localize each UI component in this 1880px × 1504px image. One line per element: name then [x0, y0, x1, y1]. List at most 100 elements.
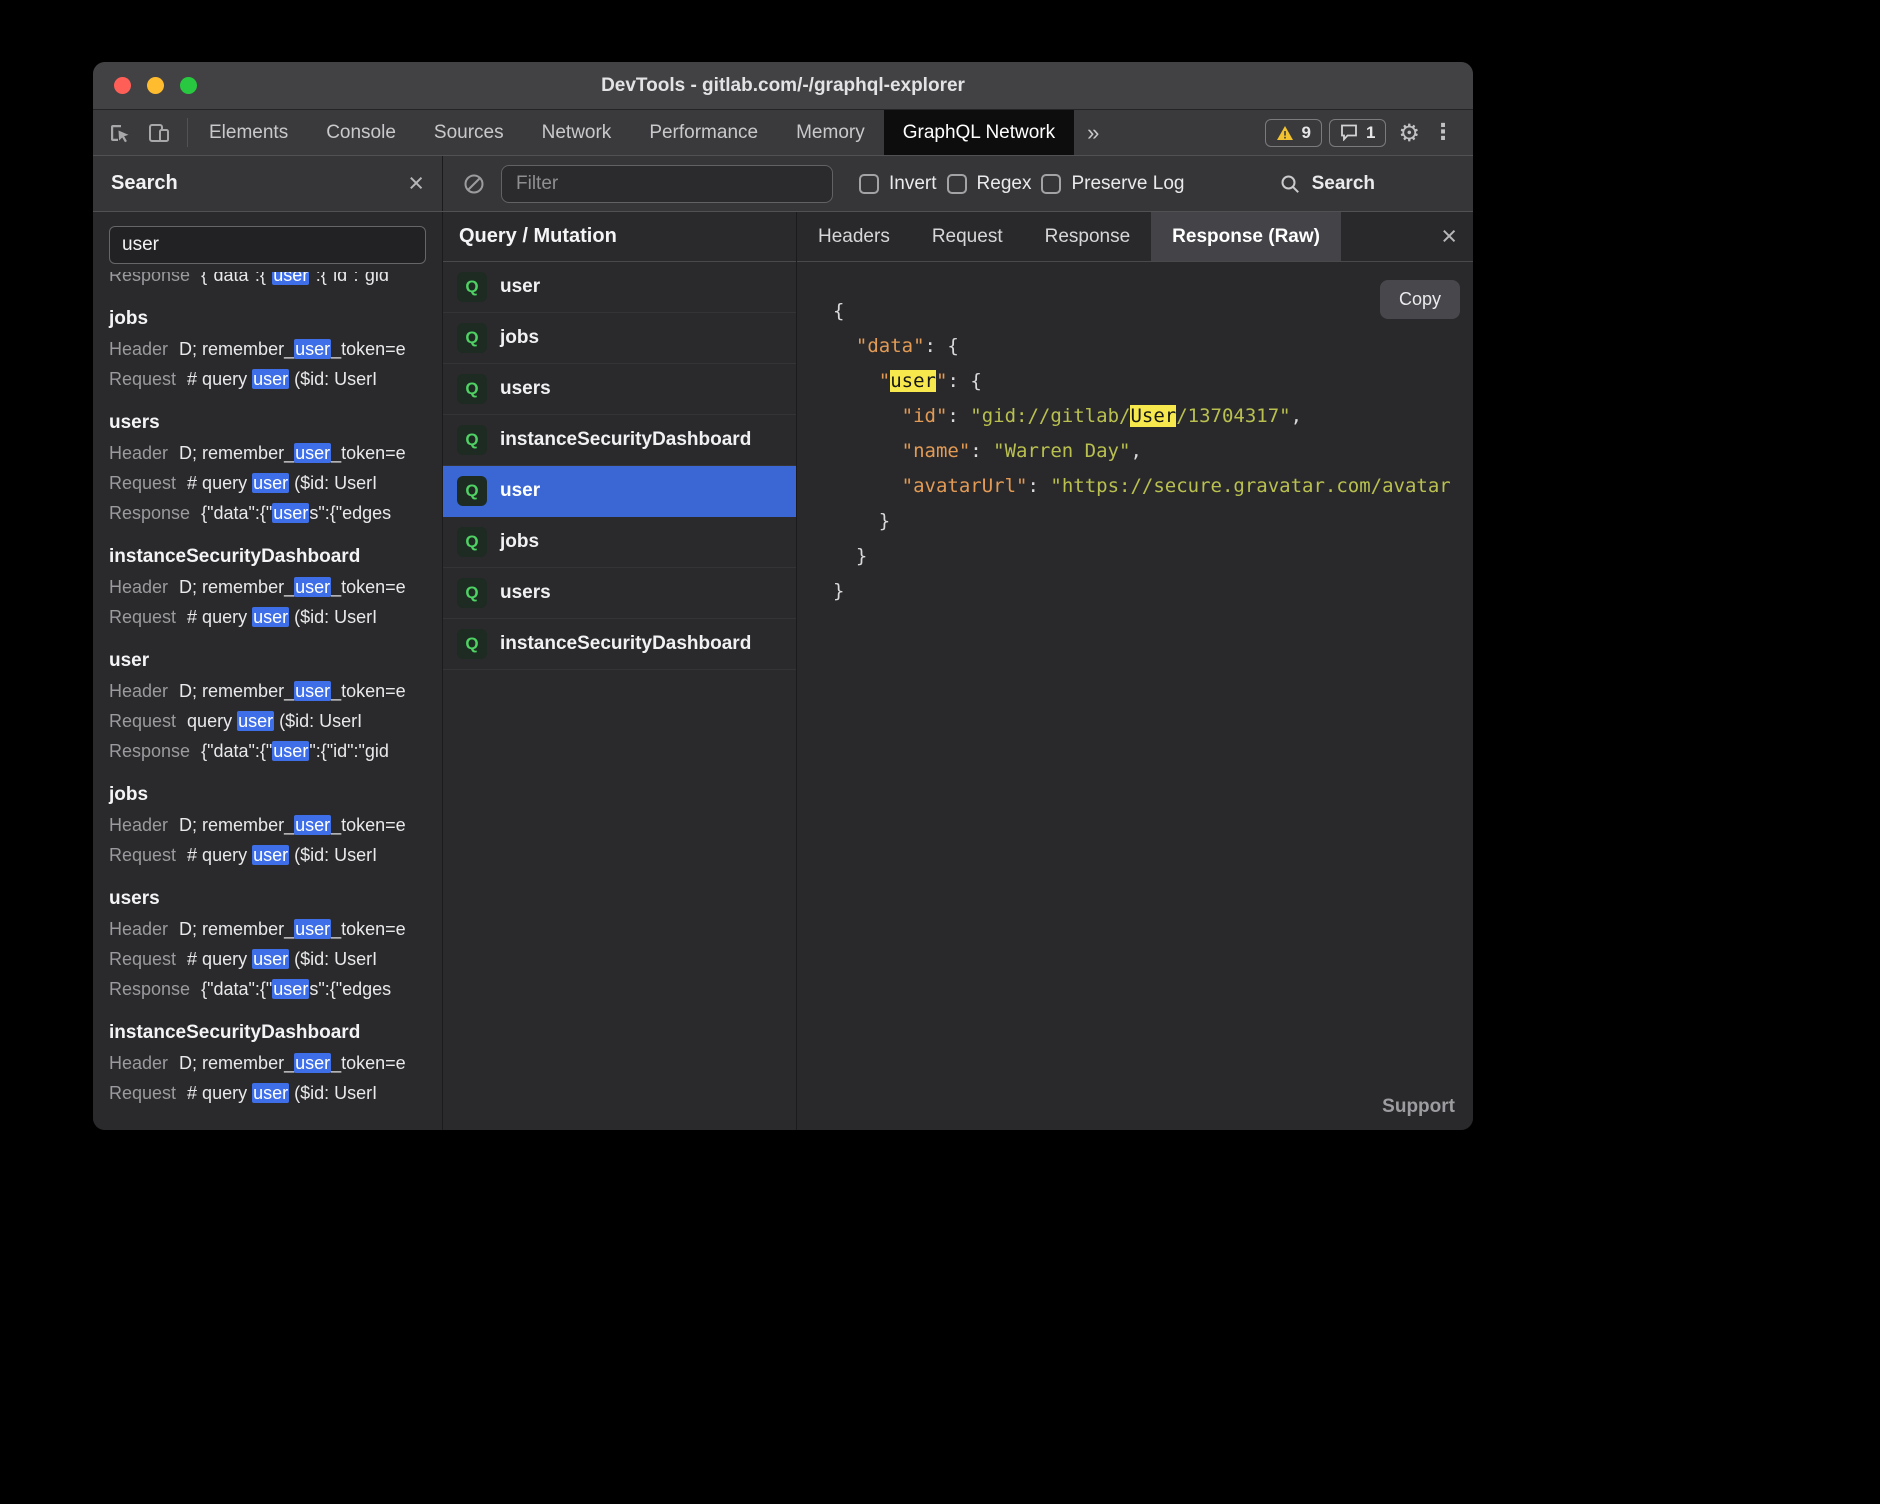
more-tabs-chevron-icon[interactable]: » [1074, 110, 1112, 155]
minimize-window-button[interactable] [147, 77, 164, 94]
search-result-row[interactable]: Response{"data":{"user":{"id":"gid [109, 736, 426, 766]
json-view: { "data": { "user": { "id": "gid://gitla… [797, 262, 1473, 609]
result-field-label: Header [109, 334, 168, 364]
result-text: query user ($id: UserI [187, 706, 362, 736]
detail-tab-headers[interactable]: Headers [797, 212, 911, 261]
messages-badge[interactable]: 1 [1329, 119, 1386, 147]
query-item-jobs[interactable]: Qjobs [443, 517, 796, 568]
query-type-badge-icon: Q [457, 629, 487, 659]
result-field-label: Response [109, 974, 190, 1004]
checkbox-invert-icon[interactable] [859, 174, 879, 194]
search-result-row[interactable]: HeaderD; remember_user_token=e [109, 914, 426, 944]
search-result-row[interactable]: Request# query user ($id: UserI [109, 1078, 426, 1108]
search-toggle[interactable]: Search [1279, 173, 1375, 195]
search-panel-title: Search [111, 172, 178, 195]
search-result-group-title: users [109, 884, 426, 914]
devtools-tab-sources[interactable]: Sources [415, 110, 523, 155]
search-match-highlight: user [294, 681, 331, 701]
copy-button[interactable]: Copy [1380, 280, 1460, 319]
filter-option-preserve-log[interactable]: Preserve Log [1041, 173, 1184, 195]
query-item-instancesecuritydashboard[interactable]: QinstanceSecurityDashboard [443, 415, 796, 466]
devtools-tab-memory[interactable]: Memory [777, 110, 884, 155]
result-text: # query user ($id: UserI [187, 364, 377, 394]
query-type-badge-icon: Q [457, 323, 487, 353]
devtools-tab-performance[interactable]: Performance [630, 110, 777, 155]
kebab-menu-icon[interactable]: ⋮ [1432, 120, 1455, 145]
search-match-highlight: user [294, 577, 331, 597]
checkbox-regex-icon[interactable] [947, 174, 967, 194]
search-match-highlight: user [252, 369, 289, 389]
search-match-highlight: user [252, 949, 289, 969]
result-text: {"data":{"user":{"id":"gid [201, 272, 389, 290]
support-link[interactable]: Support [1382, 1096, 1455, 1118]
search-result-row[interactable]: Requestquery user ($id: UserI [109, 706, 426, 736]
query-item-label: users [500, 378, 551, 400]
result-field-label: Request [109, 1078, 176, 1108]
checkbox-preserve-log-icon[interactable] [1041, 174, 1061, 194]
search-result-row[interactable]: Response{"data":{"users":{"edges [109, 974, 426, 1004]
query-item-users[interactable]: Qusers [443, 568, 796, 619]
devtools-tab-elements[interactable]: Elements [190, 110, 307, 155]
devtools-tab-strip: ElementsConsoleSourcesNetworkPerformance… [190, 110, 1074, 155]
search-result-row[interactable]: HeaderD; remember_user_token=e [109, 810, 426, 840]
search-result-row[interactable]: Request# query user ($id: UserI [109, 602, 426, 632]
close-search-panel-icon[interactable]: × [408, 170, 424, 197]
devtools-tab-network[interactable]: Network [523, 110, 631, 155]
query-item-jobs[interactable]: Qjobs [443, 313, 796, 364]
detail-tab-response-raw[interactable]: Response (Raw) [1151, 212, 1341, 261]
search-match-highlight: user [294, 443, 331, 463]
search-match-highlight: user [272, 741, 309, 761]
messages-count: 1 [1366, 123, 1375, 143]
zoom-window-button[interactable] [180, 77, 197, 94]
search-result-row[interactable]: Response{"data":{"users":{"edges [109, 498, 426, 528]
search-result-row[interactable]: Request# query user ($id: UserI [109, 364, 426, 394]
search-result-row[interactable]: Request# query user ($id: UserI [109, 944, 426, 974]
query-item-user[interactable]: Quser [443, 262, 796, 313]
search-result-row[interactable]: HeaderD; remember_user_token=e [109, 438, 426, 468]
result-field-label: Response [109, 272, 190, 290]
query-item-users[interactable]: Qusers [443, 364, 796, 415]
result-field-label: Header [109, 572, 168, 602]
filter-input[interactable] [501, 165, 833, 203]
search-match-highlight: user [252, 845, 289, 865]
search-result-row[interactable]: HeaderD; remember_user_token=e [109, 572, 426, 602]
close-window-button[interactable] [114, 77, 131, 94]
json-line: "id": "gid://gitlab/User/13704317", [833, 399, 1473, 434]
search-result-row[interactable]: Response {"data":{"user":{"id":"gid [109, 272, 426, 290]
search-match-highlight-yellow: user [890, 370, 936, 392]
query-item-instancesecuritydashboard[interactable]: QinstanceSecurityDashboard [443, 619, 796, 670]
close-detail-panel-icon[interactable]: × [1441, 223, 1457, 250]
search-result-row[interactable]: Request# query user ($id: UserI [109, 840, 426, 870]
query-item-label: instanceSecurityDashboard [500, 429, 751, 451]
detail-tab-request[interactable]: Request [911, 212, 1024, 261]
inspect-element-icon[interactable] [107, 121, 131, 145]
search-input-wrap [93, 212, 442, 272]
search-input[interactable] [109, 226, 426, 264]
devtools-tab-console[interactable]: Console [307, 110, 415, 155]
search-result-group-title: instanceSecurityDashboard [109, 1018, 426, 1048]
query-item-user[interactable]: Quser [443, 466, 796, 517]
json-line: "name": "Warren Day", [833, 434, 1473, 469]
filter-option-regex[interactable]: Regex [947, 173, 1032, 195]
query-list: QuserQjobsQusersQinstanceSecurityDashboa… [443, 262, 796, 670]
search-result-row[interactable]: HeaderD; remember_user_token=e [109, 1048, 426, 1078]
filter-option-label: Invert [889, 173, 937, 195]
device-toolbar-icon[interactable] [147, 121, 171, 145]
detail-tab-response[interactable]: Response [1024, 212, 1152, 261]
search-result-row[interactable]: Request# query user ($id: UserI [109, 468, 426, 498]
result-field-label: Header [109, 1048, 168, 1078]
devtools-tab-graphql-network[interactable]: GraphQL Network [884, 110, 1074, 155]
search-result-row[interactable]: HeaderD; remember_user_token=e [109, 676, 426, 706]
query-type-badge-icon: Q [457, 476, 487, 506]
titlebar[interactable]: DevTools - gitlab.com/-/graphql-explorer [93, 62, 1473, 110]
search-match-highlight: user [252, 607, 289, 627]
detail-panel: HeadersRequestResponseResponse (Raw) × Co… [797, 212, 1473, 1130]
settings-gear-icon[interactable]: ⚙ [1398, 119, 1420, 147]
search-result-row[interactable]: HeaderD; remember_user_token=e [109, 334, 426, 364]
query-type-badge-icon: Q [457, 374, 487, 404]
clear-icon[interactable] [463, 173, 485, 195]
warnings-badge[interactable]: 9 [1265, 119, 1322, 147]
search-icon [1279, 173, 1301, 195]
search-results: Response{"data":{"user":{"id":"gidjobsHe… [93, 272, 442, 1130]
filter-option-invert[interactable]: Invert [859, 173, 937, 195]
